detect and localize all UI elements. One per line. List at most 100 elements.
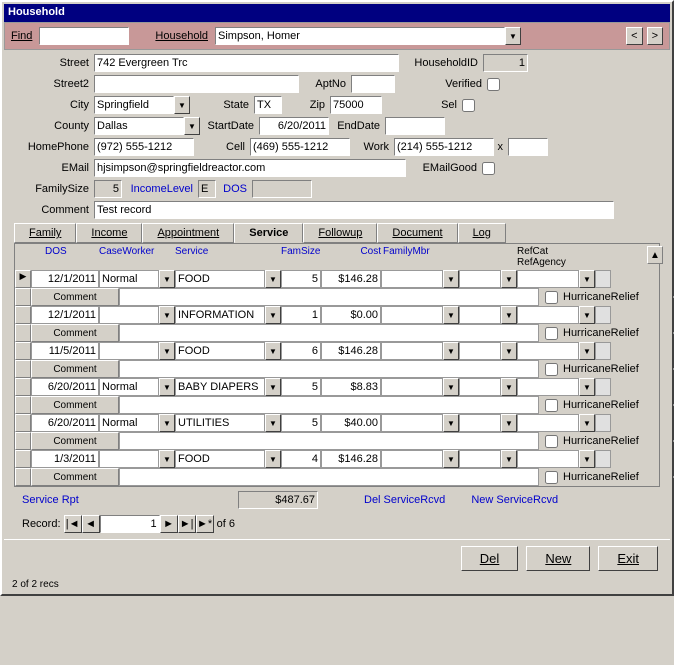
cell-service[interactable]: INFORMATION bbox=[175, 306, 265, 324]
cell-familymbr[interactable] bbox=[381, 450, 443, 468]
cell-cost[interactable]: $146.28 bbox=[321, 450, 381, 468]
city-input[interactable] bbox=[94, 96, 174, 114]
cell-refagency[interactable] bbox=[517, 270, 579, 288]
sel-checkbox[interactable] bbox=[462, 99, 475, 112]
row-selector[interactable] bbox=[15, 450, 31, 468]
chevron-down-icon[interactable]: ▼ bbox=[443, 378, 459, 396]
col-famsize[interactable]: FamSize bbox=[281, 246, 321, 268]
chevron-down-icon[interactable]: ▼ bbox=[159, 414, 175, 432]
zip-input[interactable] bbox=[330, 96, 382, 114]
chevron-down-icon[interactable]: ▼ bbox=[265, 378, 281, 396]
chevron-down-icon[interactable]: ▼ bbox=[579, 414, 595, 432]
scrollbar[interactable] bbox=[595, 270, 611, 288]
dos-label[interactable]: DOS bbox=[218, 183, 250, 195]
chevron-down-icon[interactable]: ▼ bbox=[501, 378, 517, 396]
chevron-down-icon[interactable]: ▼ bbox=[501, 450, 517, 468]
cell-comment[interactable] bbox=[119, 432, 539, 450]
cell-familymbr[interactable] bbox=[381, 306, 443, 324]
tab-appointment[interactable]: Appointment bbox=[142, 223, 234, 243]
hurricane-checkbox[interactable] bbox=[545, 435, 558, 448]
row-selector[interactable] bbox=[15, 468, 31, 486]
cell-cost[interactable]: $8.83 bbox=[321, 378, 381, 396]
next-button[interactable]: > bbox=[647, 27, 663, 45]
chevron-down-icon[interactable]: ▼ bbox=[443, 450, 459, 468]
chevron-down-icon[interactable]: ▼ bbox=[501, 414, 517, 432]
cell-famsize[interactable]: 5 bbox=[281, 270, 321, 288]
cell-dos[interactable]: 1/3/2011 bbox=[31, 450, 99, 468]
chevron-down-icon[interactable]: ▼ bbox=[501, 306, 517, 324]
hurricane-checkbox[interactable] bbox=[545, 327, 558, 340]
scrollbar[interactable] bbox=[595, 306, 611, 324]
cell-caseworker[interactable]: Normal bbox=[99, 414, 159, 432]
cell-familymbr[interactable] bbox=[381, 414, 443, 432]
find-input[interactable] bbox=[39, 27, 129, 45]
del-servicercvd-link[interactable]: Del ServiceRcvd bbox=[364, 494, 445, 506]
cell-cost[interactable]: $146.28 bbox=[321, 342, 381, 360]
aptno-input[interactable] bbox=[351, 75, 395, 93]
tab-document[interactable]: Document bbox=[377, 223, 457, 243]
incomelevel-label[interactable]: IncomeLevel bbox=[124, 183, 196, 195]
cell-caseworker[interactable]: Normal bbox=[99, 378, 159, 396]
street2-input[interactable] bbox=[94, 75, 299, 93]
row-selector[interactable] bbox=[15, 288, 31, 306]
cell-dos[interactable]: 12/1/2011 bbox=[31, 270, 99, 288]
scrollbar[interactable] bbox=[595, 378, 611, 396]
cell-cost[interactable]: $40.00 bbox=[321, 414, 381, 432]
row-selector[interactable] bbox=[15, 306, 31, 324]
cell-cost[interactable]: $0.00 bbox=[321, 306, 381, 324]
cell-refagency[interactable] bbox=[517, 414, 579, 432]
chevron-down-icon[interactable]: ▼ bbox=[443, 270, 459, 288]
cell-refcat[interactable] bbox=[459, 342, 501, 360]
hurricane-checkbox[interactable] bbox=[545, 399, 558, 412]
hurricane-checkbox[interactable] bbox=[545, 471, 558, 484]
new-button[interactable]: New bbox=[526, 546, 590, 571]
cell-service[interactable]: FOOD bbox=[175, 342, 265, 360]
cell-famsize[interactable]: 6 bbox=[281, 342, 321, 360]
chevron-down-icon[interactable]: ▼ bbox=[174, 96, 190, 114]
last-record-button[interactable]: ►| bbox=[178, 515, 196, 533]
chevron-down-icon[interactable]: ▼ bbox=[265, 450, 281, 468]
scrollbar[interactable] bbox=[595, 342, 611, 360]
scrollbar[interactable] bbox=[595, 450, 611, 468]
hurricane-checkbox[interactable] bbox=[545, 291, 558, 304]
tab-log[interactable]: Log bbox=[458, 223, 506, 243]
del-button[interactable]: Del bbox=[461, 546, 519, 571]
work-ext-input[interactable] bbox=[508, 138, 548, 156]
cell-famsize[interactable]: 4 bbox=[281, 450, 321, 468]
startdate-input[interactable] bbox=[259, 117, 329, 135]
service-rpt-link[interactable]: Service Rpt bbox=[22, 494, 102, 506]
row-selector[interactable] bbox=[15, 342, 31, 360]
chevron-down-icon[interactable]: ▼ bbox=[265, 414, 281, 432]
cell-refcat[interactable] bbox=[459, 270, 501, 288]
tab-service[interactable]: Service bbox=[234, 223, 303, 243]
row-selector[interactable]: ▶ bbox=[15, 270, 31, 288]
emailgood-checkbox[interactable] bbox=[482, 162, 495, 175]
chevron-down-icon[interactable]: ▼ bbox=[159, 450, 175, 468]
cell-dos[interactable]: 6/20/2011 bbox=[31, 378, 99, 396]
chevron-down-icon[interactable]: ▼ bbox=[159, 270, 175, 288]
cell-comment[interactable] bbox=[119, 288, 539, 306]
enddate-input[interactable] bbox=[385, 117, 445, 135]
cell-caseworker[interactable] bbox=[99, 342, 159, 360]
cell-service[interactable]: FOOD bbox=[175, 270, 265, 288]
cell-input[interactable] bbox=[250, 138, 350, 156]
cell-dos[interactable]: 12/1/2011 bbox=[31, 306, 99, 324]
chevron-down-icon[interactable]: ▼ bbox=[443, 414, 459, 432]
cell-service[interactable]: BABY DIAPERS bbox=[175, 378, 265, 396]
chevron-down-icon[interactable]: ▼ bbox=[265, 342, 281, 360]
cell-famsize[interactable]: 1 bbox=[281, 306, 321, 324]
cell-dos[interactable]: 11/5/2011 bbox=[31, 342, 99, 360]
row-selector[interactable] bbox=[15, 324, 31, 342]
cell-service[interactable]: UTILITIES bbox=[175, 414, 265, 432]
record-number-input[interactable] bbox=[100, 515, 160, 533]
cell-familymbr[interactable] bbox=[381, 270, 443, 288]
cell-dos[interactable]: 6/20/2011 bbox=[31, 414, 99, 432]
verified-checkbox[interactable] bbox=[487, 78, 500, 91]
cell-comment[interactable] bbox=[119, 360, 539, 378]
tab-family[interactable]: Family bbox=[14, 223, 76, 243]
chevron-down-icon[interactable]: ▼ bbox=[159, 342, 175, 360]
chevron-down-icon[interactable]: ▼ bbox=[159, 306, 175, 324]
chevron-down-icon[interactable]: ▼ bbox=[579, 270, 595, 288]
prev-record-button[interactable]: ◄ bbox=[82, 515, 100, 533]
cell-comment[interactable] bbox=[119, 396, 539, 414]
